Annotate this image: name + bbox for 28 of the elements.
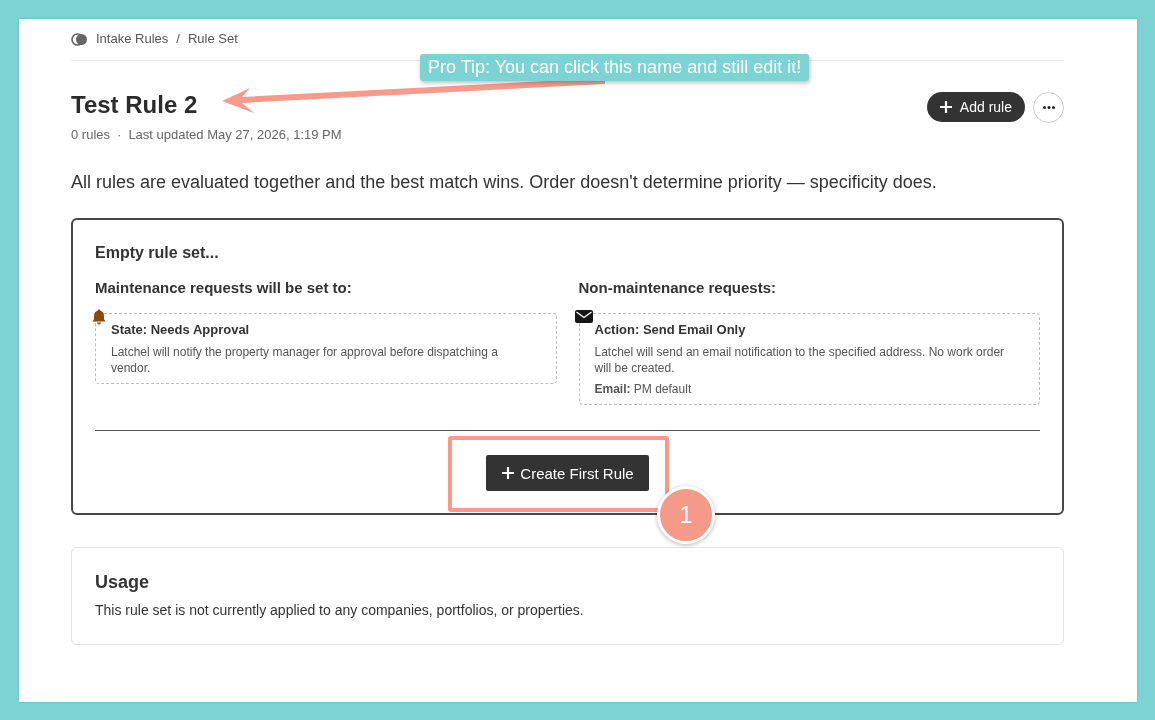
- breadcrumb-separator: /: [176, 31, 180, 47]
- column-heading: Maintenance requests will be set to:: [95, 278, 352, 298]
- outcome-detail: Email: PM default: [594, 381, 692, 397]
- envelope-icon: [574, 310, 593, 323]
- meta-text: Last updated May 27, 2026, 1:19 PM: [128, 126, 342, 144]
- column-heading: Non-maintenance requests:: [578, 278, 777, 298]
- card-title: Empty rule set...: [95, 243, 219, 263]
- bell-icon: [92, 309, 106, 325]
- meta-text: 0 rules: [71, 126, 111, 144]
- breadcrumb-link[interactable]: Intake Rules: [96, 31, 169, 47]
- outcome-title: Action: Send Email Only: [594, 321, 746, 339]
- more-options-button[interactable]: [1033, 92, 1064, 123]
- description-text: All rules are evaluated together and the best match wins. Order doesn't determine priority — specificity does.: [71, 171, 937, 194]
- outcome-title: State: Needs Approval: [111, 321, 250, 339]
- outcome-description: Latchel will send an email notification to the specified address. No work order will be created.: [594, 344, 1006, 376]
- breadcrumb-current: Rule Set: [187, 31, 238, 47]
- add-rule-button[interactable]: Add rule: [926, 92, 1025, 122]
- overlapping-circles-icon: [71, 32, 88, 46]
- pro-tip-callout: Pro Tip: You can click this name and still edit it!: [420, 54, 810, 81]
- outcome-description: Latchel will notify the property manager for approval before dispatching a vendor.: [111, 344, 499, 376]
- plus-icon: [502, 467, 515, 479]
- create-first-rule-button[interactable]: Create First Rule: [486, 455, 649, 491]
- more-options-icon: [1042, 106, 1055, 109]
- rule-set-title[interactable]: Test Rule 2: [71, 90, 198, 120]
- usage-title: Usage: [95, 571, 150, 594]
- usage-text: This rule set is not currently applied to any companies, portfolios, or properties.: [95, 601, 584, 620]
- plus-icon: [939, 101, 952, 113]
- meta-separator: ·: [117, 126, 122, 144]
